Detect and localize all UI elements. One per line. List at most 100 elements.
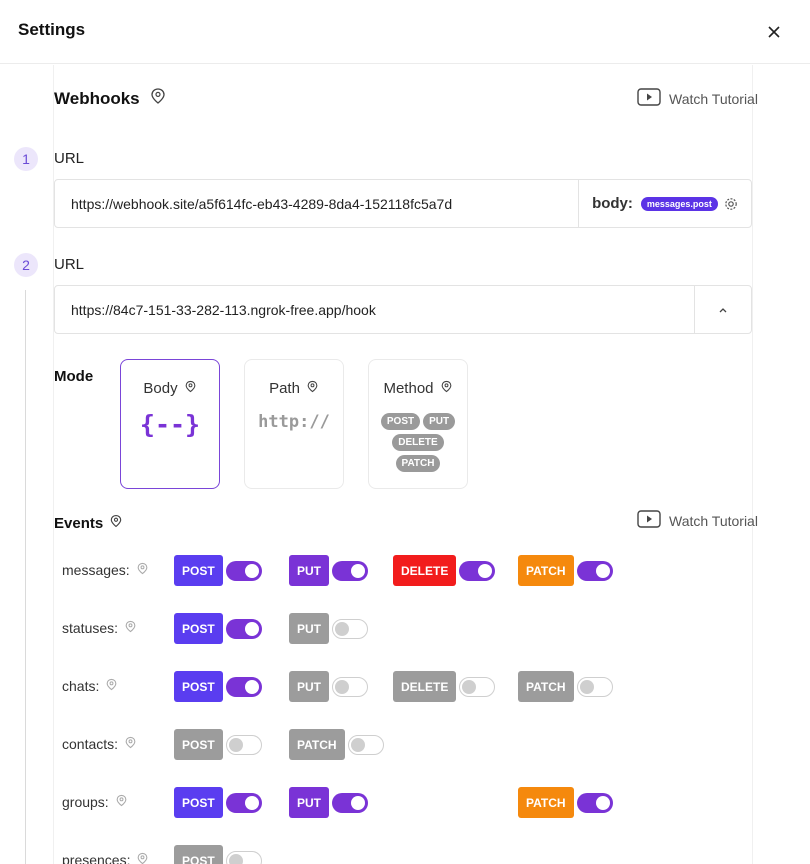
method-toggle[interactable] (459, 560, 496, 581)
method-toggle[interactable] (332, 560, 368, 581)
help-icon[interactable] (136, 562, 149, 578)
help-icon[interactable] (124, 736, 137, 752)
method-badge: POST (174, 729, 223, 760)
method-badge: POST (174, 613, 223, 644)
url-1-value[interactable]: https://webhook.site/a5f614fc-eb43-4289-… (55, 196, 578, 212)
method-toggle[interactable] (225, 850, 262, 864)
method-toggle[interactable] (347, 734, 384, 755)
page-title: Settings (18, 20, 86, 39)
event-method-patch: PATCH (518, 787, 613, 818)
toggle-knob (335, 621, 349, 636)
help-icon[interactable] (115, 794, 128, 810)
event-method-post: POST (174, 671, 262, 702)
video-icon (637, 88, 661, 109)
method-chip: DELETE (392, 434, 444, 451)
toggle-knob (244, 795, 259, 810)
webhooks-title: Webhooks (54, 87, 167, 110)
event-name-label: groups: (62, 794, 109, 810)
watch-tutorial-label: Watch Tutorial (669, 512, 758, 529)
url-1-body-config[interactable]: body: messages.post (578, 180, 751, 227)
event-name-label: contacts: (62, 736, 119, 752)
watch-tutorial-link[interactable]: Watch Tutorial (637, 88, 758, 109)
step-number-1: 1 (14, 147, 38, 171)
event-method-delete: DELETE (393, 555, 496, 586)
toggle-knob (478, 563, 493, 578)
path-symbol: http:// (258, 412, 330, 432)
event-name-label: chats: (62, 678, 100, 694)
method-badge: PUT (289, 555, 329, 586)
method-toggle[interactable] (225, 676, 262, 697)
event-name: chats: (62, 678, 118, 694)
method-toggle[interactable] (332, 792, 368, 813)
method-badge: PATCH (289, 729, 345, 760)
step-rail-line (25, 290, 26, 864)
mode-body-title: Body (121, 380, 219, 397)
mode-body-label: Body (143, 380, 178, 397)
chevron-up-icon (717, 301, 729, 319)
method-toggle[interactable] (459, 676, 496, 697)
settings-header: Settings (0, 0, 810, 64)
method-badge: PUT (289, 787, 329, 818)
event-method-delete: DELETE (393, 671, 496, 702)
event-name: presences: (62, 852, 149, 864)
method-badge: PATCH (518, 787, 574, 818)
event-name-label: statuses: (62, 620, 119, 636)
toggle-knob (228, 737, 243, 752)
mode-method-label: Method (383, 380, 434, 397)
mode-card-body[interactable]: Body {--} (120, 359, 220, 489)
help-icon[interactable] (149, 87, 167, 110)
body-symbol: {--} (139, 410, 201, 439)
toggle-knob (351, 563, 365, 578)
help-icon[interactable] (109, 514, 123, 532)
toggle-knob (335, 679, 349, 694)
mode-label: Mode (54, 368, 94, 385)
method-toggle[interactable] (576, 560, 613, 581)
video-icon (637, 510, 661, 531)
method-toggle[interactable] (576, 792, 613, 813)
body-label: body: (592, 195, 633, 212)
event-name: contacts: (62, 736, 137, 752)
mode-path-title: Path (245, 380, 343, 397)
toggle-knob (595, 795, 610, 810)
help-icon[interactable] (184, 380, 197, 397)
method-badge: POST (174, 787, 223, 818)
mode-card-path[interactable]: Path http:// (244, 359, 344, 489)
method-badge: PUT (289, 613, 329, 644)
toggle-knob (579, 679, 594, 694)
event-method-patch: PATCH (518, 555, 613, 586)
events-watch-tutorial-link[interactable]: Watch Tutorial (637, 510, 758, 531)
method-toggle[interactable] (225, 618, 262, 639)
method-toggle[interactable] (332, 676, 368, 697)
help-icon[interactable] (440, 380, 453, 397)
url-1-field[interactable]: https://webhook.site/a5f614fc-eb43-4289-… (54, 179, 752, 228)
method-toggle[interactable] (332, 618, 368, 639)
mode-card-method[interactable]: Method POST PUT DELETE PATCH (368, 359, 468, 489)
help-icon[interactable] (105, 678, 118, 694)
event-method-put: PUT (289, 613, 368, 644)
gear-icon[interactable] (724, 197, 738, 211)
event-method-post: POST (174, 729, 262, 760)
method-toggle[interactable] (225, 792, 262, 813)
event-name-label: presences: (62, 852, 131, 864)
events-label: Events (54, 514, 123, 532)
event-method-put: PUT (289, 671, 368, 702)
help-icon[interactable] (136, 852, 149, 864)
toggle-knob (228, 853, 243, 864)
url-2-field[interactable]: https://84c7-151-33-282-113.ngrok-free.a… (54, 285, 752, 334)
url-2-label: URL (54, 256, 85, 273)
url-2-value[interactable]: https://84c7-151-33-282-113.ngrok-free.a… (55, 302, 694, 318)
method-toggle[interactable] (225, 560, 262, 581)
method-toggle[interactable] (576, 676, 613, 697)
method-badge: PATCH (518, 671, 574, 702)
mode-method-title: Method (369, 380, 467, 397)
method-toggle[interactable] (225, 734, 262, 755)
help-icon[interactable] (124, 620, 137, 636)
help-icon[interactable] (306, 380, 319, 397)
event-method-post: POST (174, 845, 262, 864)
toggle-knob (351, 795, 365, 810)
close-icon[interactable] (762, 20, 786, 44)
collapse-button[interactable] (694, 286, 751, 333)
method-badge: DELETE (393, 555, 457, 586)
toggle-knob (244, 563, 259, 578)
toggle-knob (462, 679, 477, 694)
